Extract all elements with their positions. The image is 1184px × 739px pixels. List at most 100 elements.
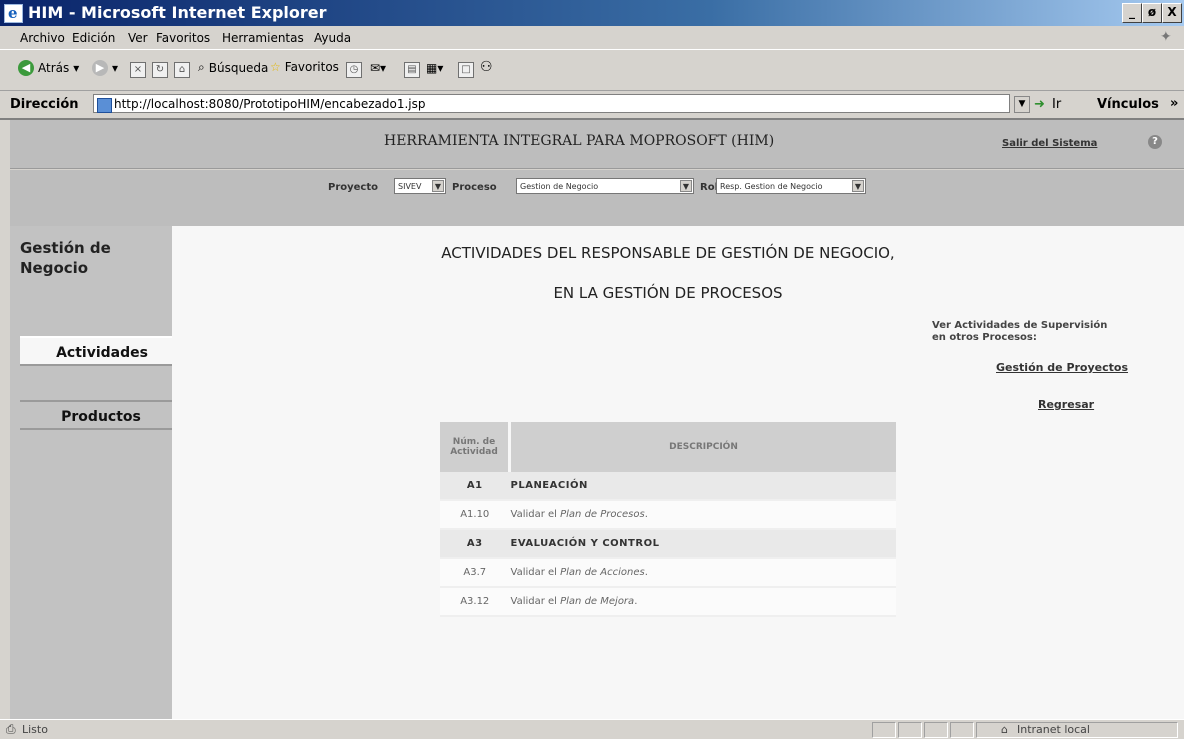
print-icon[interactable]: ▤ [404, 62, 420, 78]
status-cell [924, 722, 948, 738]
menu-herramientas[interactable]: Herramientas [222, 31, 304, 45]
activity-number: A1.10 [440, 500, 510, 530]
stop-icon[interactable]: × [130, 62, 146, 78]
mail-icon[interactable]: ✉▾ [370, 61, 386, 75]
address-input[interactable]: http://localhost:8080/PrototipoHIM/encab… [93, 94, 1010, 113]
forward-arrow-icon: ▶ [92, 60, 108, 76]
col-activity-number: Núm. de Actividad [440, 422, 510, 472]
col-num-line1: Núm. de [452, 437, 496, 447]
activity-number: A3 [440, 529, 510, 559]
status-text: Listo [22, 723, 48, 736]
address-url: http://localhost:8080/PrototipoHIM/encab… [114, 97, 426, 111]
role-value: Resp. Gestion de Negocio [720, 182, 823, 191]
activity-description: Validar el Plan de Acciones. [509, 558, 896, 588]
activity-description: Validar el Plan de Procesos. [509, 500, 896, 530]
back-label: Atrás [38, 61, 70, 75]
home-icon[interactable]: ⌂ [174, 62, 190, 78]
nav-heading-line2: Negocio [20, 259, 89, 277]
status-cell [872, 722, 896, 738]
page-title: HERRAMIENTA INTEGRAL PARA MOPROSOFT (HIM… [384, 133, 775, 149]
col-num-line2: Actividad [450, 447, 498, 457]
edit-icon[interactable]: ▦▾ [426, 61, 443, 75]
minimize-button[interactable]: _ [1122, 3, 1142, 23]
history-icon[interactable]: ◷ [346, 62, 362, 78]
zone-text: Intranet local [1017, 723, 1090, 736]
activity-number: A3.12 [440, 587, 510, 617]
left-navigation: Gestión de Negocio Actividades Productos [10, 226, 184, 719]
activity-number: A1 [440, 472, 510, 501]
address-dropdown-icon[interactable]: ▼ [1014, 96, 1030, 113]
activities-title: ACTIVIDADES DEL RESPONSABLE DE GESTIÓN D… [441, 244, 895, 262]
search-icon: ⌕ [198, 60, 205, 74]
go-arrow-icon[interactable]: ➜ [1034, 97, 1045, 112]
chevron-right-icon[interactable]: » [1170, 96, 1178, 111]
supervision-line1: Ver Actividades de Supervisión [932, 320, 1108, 331]
links-button[interactable]: Vínculos [1097, 97, 1159, 112]
project-label: Proyecto [328, 182, 379, 193]
table-row: A3 EVALUACIÓN Y CONTROL [440, 529, 896, 559]
windows-flag-icon: ✦ [1160, 29, 1172, 45]
status-cell [950, 722, 974, 738]
address-bar: Dirección http://localhost:8080/Prototip… [0, 91, 1184, 120]
activities-table: Núm. de Actividad DESCRIPCIÓN A1 PLANEAC… [440, 422, 896, 617]
menu-bar: Archivo Edición Ver Favoritos Herramient… [0, 27, 1184, 50]
forward-button[interactable]: ▶ ▾ [92, 60, 118, 76]
main-content: ACTIVIDADES DEL RESPONSABLE DE GESTIÓN D… [172, 226, 1184, 719]
refresh-icon[interactable]: ↻ [152, 62, 168, 78]
page-done-icon: ⎙ [6, 722, 16, 736]
discuss-icon[interactable]: □ [458, 62, 474, 78]
back-button[interactable]: ◀ Atrás ▾ [18, 60, 79, 76]
favorites-label: Favoritos [284, 60, 339, 74]
back-link[interactable]: Regresar [1038, 398, 1094, 411]
activities-subtitle: EN LA GESTIÓN DE PROCESOS [553, 284, 783, 302]
maximize-button[interactable]: ø [1142, 3, 1162, 23]
project-value: SIVEV [398, 182, 422, 191]
page-icon [97, 98, 112, 113]
search-button[interactable]: ⌕ Búsqueda [198, 60, 268, 75]
close-button[interactable]: X [1162, 3, 1182, 23]
window-title-bar: e HIM - Microsoft Internet Explorer _ ø … [0, 0, 1184, 26]
go-button[interactable]: Ir [1052, 97, 1061, 112]
address-label: Dirección [10, 97, 79, 112]
browser-toolbar: ◀ Atrás ▾ ▶ ▾ × ↻ ⌂ ⌕ Búsqueda ☆ Favoritos… [0, 50, 1184, 91]
exit-link[interactable]: Salir del Sistema [1002, 138, 1097, 149]
page-header: HERRAMIENTA INTEGRAL PARA MOPROSOFT (HIM… [10, 120, 1184, 169]
favorites-button[interactable]: ☆ Favoritos [270, 60, 339, 74]
supervision-box: Ver Actividades de Supervisión en otros … [932, 320, 1107, 344]
activity-description: Validar el Plan de Mejora. [509, 587, 896, 617]
nav-heading-line1: Gestión de [20, 239, 111, 257]
chevron-down-icon: ▼ [852, 180, 864, 192]
menu-ver[interactable]: Ver [128, 31, 148, 45]
search-label: Búsqueda [208, 60, 269, 75]
table-row: A3.12 Validar el Plan de Mejora. [440, 587, 896, 617]
nav-activities[interactable]: Actividades [20, 336, 184, 366]
supervision-line2: en otros Procesos: [932, 332, 1037, 343]
table-row: A1 PLANEACIÓN [440, 472, 896, 501]
back-arrow-icon: ◀ [18, 60, 34, 76]
col-description: DESCRIPCIÓN [508, 422, 896, 472]
help-icon[interactable]: ? [1148, 135, 1162, 149]
zone-cell: ⌂ Intranet local [976, 722, 1178, 738]
menu-archivo[interactable]: Archivo [20, 31, 65, 45]
project-select[interactable]: SIVEV ▼ [394, 178, 446, 194]
table-row: A3.7 Validar el Plan de Acciones. [440, 558, 896, 588]
status-cell [898, 722, 922, 738]
process-value: Gestion de Negocio [520, 182, 599, 191]
activity-description: EVALUACIÓN Y CONTROL [509, 529, 896, 559]
star-icon: ☆ [270, 60, 281, 74]
process-select[interactable]: Gestion de Negocio ▼ [516, 178, 694, 194]
project-management-link[interactable]: Gestión de Proyectos [996, 361, 1128, 374]
menu-favoritos[interactable]: Favoritos [156, 31, 210, 45]
intranet-icon: ⌂ [1001, 723, 1008, 736]
selector-row: Proyecto SIVEV ▼ Proceso Gestion de Nego… [10, 170, 1184, 226]
nav-heading: Gestión de Negocio [20, 238, 111, 278]
chevron-down-icon: ▼ [680, 180, 692, 192]
messenger-icon[interactable]: ⚇ [480, 59, 493, 75]
activity-number: A3.7 [440, 558, 510, 588]
status-bar: ⎙ Listo ⌂ Intranet local [0, 719, 1184, 739]
menu-ayuda[interactable]: Ayuda [314, 31, 351, 45]
table-row: A1.10 Validar el Plan de Procesos. [440, 500, 896, 530]
nav-products[interactable]: Productos [20, 400, 182, 430]
menu-edicion[interactable]: Edición [72, 31, 115, 45]
role-select[interactable]: Resp. Gestion de Negocio ▼ [716, 178, 866, 194]
